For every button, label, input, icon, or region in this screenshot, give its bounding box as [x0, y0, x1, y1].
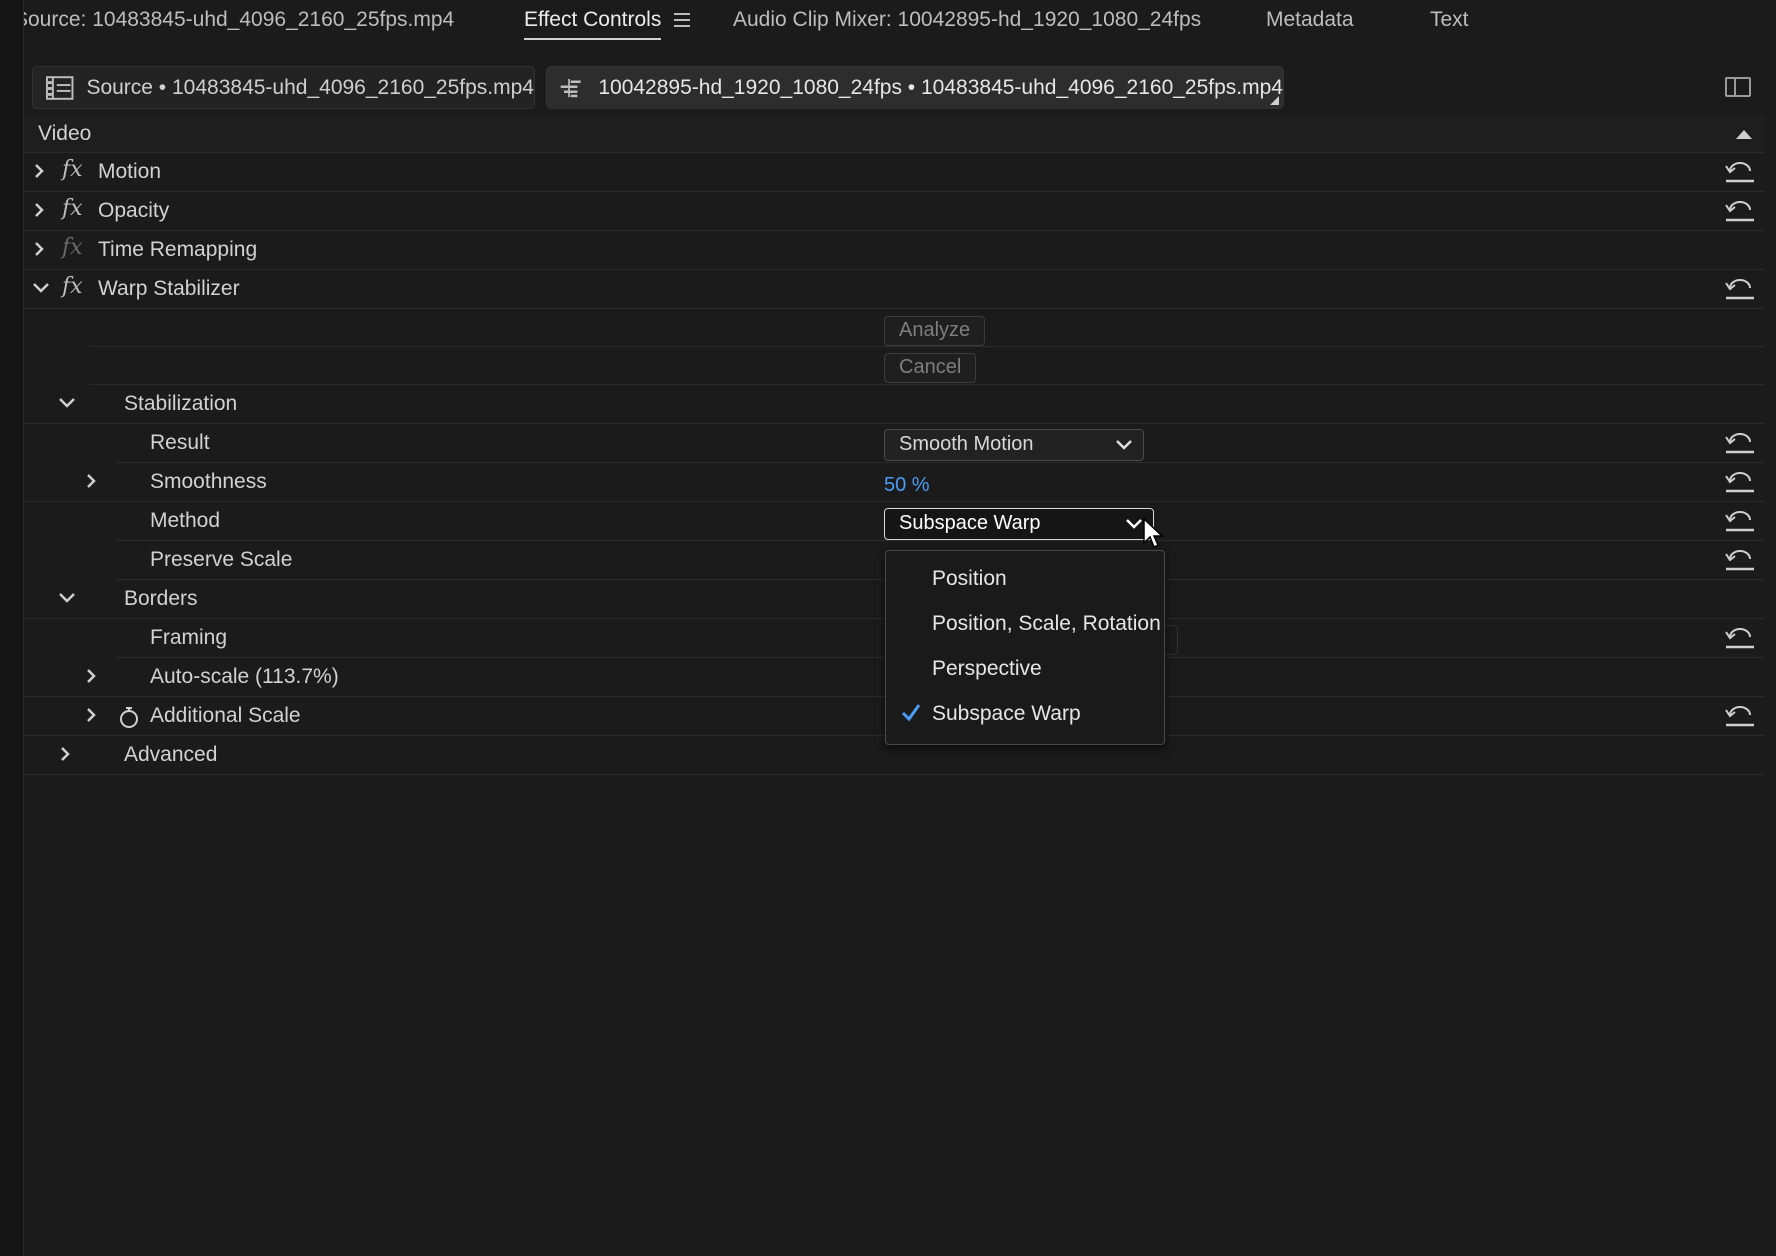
- effect-row-opacity[interactable]: fx Opacity: [24, 192, 1764, 231]
- source-clip-tab-label: Source • 10483845-uhd_4096_2160_25fps.mp…: [86, 75, 534, 99]
- corner-resize-mark: [1270, 96, 1279, 105]
- chevron-right-icon[interactable]: [30, 162, 48, 180]
- stopwatch-icon[interactable]: [118, 705, 140, 729]
- menu-item-label: Position: [932, 567, 1007, 590]
- reset-icon[interactable]: [1724, 279, 1756, 301]
- menu-item-label: Subspace Warp: [932, 702, 1081, 725]
- video-section-header: Video: [24, 114, 1764, 153]
- result-dropdown-value: Smooth Motion: [899, 433, 1034, 455]
- fx-icon[interactable]: fx: [62, 157, 83, 182]
- sequence-icon: [560, 78, 581, 97]
- additional-scale-label: Additional Scale: [150, 704, 301, 727]
- smoothness-value[interactable]: 50 %: [884, 474, 930, 497]
- chevron-right-icon[interactable]: [82, 706, 100, 724]
- left-edge-strip: [0, 0, 24, 1256]
- menu-item-label: Perspective: [932, 657, 1042, 680]
- motion-label: Motion: [98, 160, 162, 183]
- reset-icon[interactable]: [1724, 472, 1756, 494]
- chevron-down-icon[interactable]: [32, 279, 50, 297]
- effect-row-time-remapping[interactable]: fx Time Remapping: [24, 231, 1764, 270]
- sequence-clip-tab-label: 10042895-hd_1920_1080_24fps • 10483845-u…: [598, 75, 1283, 99]
- tab-audio-clip-mixer[interactable]: Audio Clip Mixer: 10042895-hd_1920_1080_…: [733, 8, 1201, 32]
- reset-icon[interactable]: [1724, 550, 1756, 572]
- analyze-button[interactable]: Analyze: [884, 316, 986, 346]
- method-dropdown-menu: Position Position, Scale, Rotation Persp…: [885, 550, 1165, 745]
- method-dropdown-value: Subspace Warp: [899, 512, 1041, 534]
- autoscale-label: Auto-scale (113.7%): [150, 665, 339, 688]
- reset-icon[interactable]: [1724, 201, 1756, 223]
- chevron-right-icon[interactable]: [30, 201, 48, 219]
- borders-label: Borders: [124, 587, 198, 610]
- menu-item-position-scale-rotation[interactable]: Position, Scale, Rotation: [886, 604, 1164, 646]
- checkmark-icon: [901, 704, 921, 722]
- opacity-label: Opacity: [98, 199, 170, 222]
- chevron-down-icon: [1116, 440, 1132, 450]
- film-icon: [45, 75, 74, 100]
- sequence-clip-tab[interactable]: 10042895-hd_1920_1080_24fps • 10483845-u…: [546, 66, 1284, 109]
- menu-item-perspective[interactable]: Perspective: [886, 649, 1164, 691]
- framing-label: Framing: [150, 626, 228, 649]
- reset-icon[interactable]: [1724, 433, 1756, 455]
- tab-effect-controls-label: Effect Controls: [524, 8, 662, 31]
- video-header-label: Video: [38, 122, 92, 145]
- menu-item-label: Position, Scale, Rotation: [932, 612, 1161, 635]
- preserve-scale-label: Preserve Scale: [150, 548, 293, 571]
- method-dropdown[interactable]: Subspace Warp: [884, 508, 1154, 540]
- reset-icon[interactable]: [1724, 706, 1756, 728]
- stabilization-label: Stabilization: [124, 392, 238, 415]
- tab-metadata[interactable]: Metadata: [1266, 8, 1354, 32]
- smoothness-label: Smoothness: [150, 470, 267, 493]
- panel-menu-icon[interactable]: [674, 13, 690, 27]
- chevron-down-icon[interactable]: [58, 394, 76, 412]
- active-tab-underline: [524, 38, 662, 40]
- tab-effect-controls[interactable]: Effect Controls: [524, 8, 662, 40]
- reset-icon[interactable]: [1724, 511, 1756, 533]
- panel-toggle-icon[interactable]: [1725, 77, 1751, 97]
- reset-icon[interactable]: [1724, 628, 1756, 650]
- effect-row-warp-stabilizer[interactable]: fx Warp Stabilizer: [24, 270, 1764, 309]
- method-label: Method: [150, 509, 221, 532]
- source-clip-tab[interactable]: Source • 10483845-uhd_4096_2160_25fps.mp…: [32, 66, 535, 109]
- time-remapping-label: Time Remapping: [98, 238, 258, 261]
- chevron-down-icon: [1126, 519, 1142, 529]
- fx-icon[interactable]: fx: [62, 274, 83, 299]
- group-row-stabilization[interactable]: Stabilization: [24, 385, 1764, 424]
- chevron-right-icon[interactable]: [56, 745, 74, 763]
- warp-stabilizer-label: Warp Stabilizer: [98, 277, 240, 300]
- fx-icon: fx: [62, 235, 83, 260]
- fx-icon[interactable]: fx: [62, 196, 83, 221]
- panel-tab-bar: Source: 10483845-uhd_4096_2160_25fps.mp4…: [0, 0, 1776, 44]
- chevron-down-icon[interactable]: [58, 589, 76, 607]
- cancel-button[interactable]: Cancel: [884, 353, 977, 383]
- tab-source[interactable]: Source: 10483845-uhd_4096_2160_25fps.mp4: [14, 8, 454, 32]
- chevron-right-icon[interactable]: [30, 240, 48, 258]
- advanced-label: Advanced: [124, 743, 218, 766]
- result-dropdown[interactable]: Smooth Motion: [884, 429, 1144, 461]
- reset-icon[interactable]: [1724, 162, 1756, 184]
- result-label: Result: [150, 431, 210, 454]
- mouse-cursor-icon: [1143, 517, 1164, 549]
- tab-text[interactable]: Text: [1430, 8, 1469, 32]
- effect-row-motion[interactable]: fx Motion: [24, 153, 1764, 192]
- scroll-up-icon[interactable]: [1736, 130, 1752, 139]
- chevron-right-icon[interactable]: [82, 472, 100, 490]
- menu-item-position[interactable]: Position: [886, 559, 1164, 601]
- menu-item-subspace-warp[interactable]: Subspace Warp: [886, 694, 1164, 736]
- chevron-right-icon[interactable]: [82, 667, 100, 685]
